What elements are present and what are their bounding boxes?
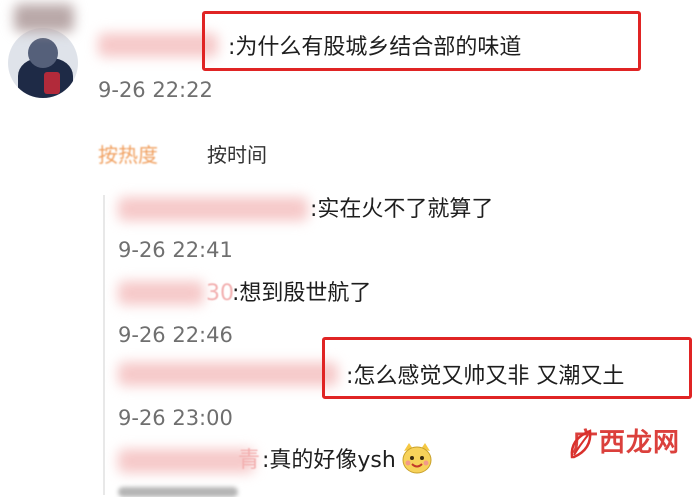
reply-thread-line xyxy=(103,195,105,495)
redacted-avatar-block xyxy=(14,4,74,32)
reply-timestamp: 9-26 23:00 xyxy=(118,406,233,430)
sort-tab-time[interactable]: 按时间 xyxy=(207,145,267,165)
smiley-emoji-icon xyxy=(401,441,433,475)
highlight-box-post-comment xyxy=(202,11,641,71)
reply-text: :真的好像ysh xyxy=(262,448,396,473)
watermark-brand: 广西龙网 xyxy=(572,428,681,458)
redacted-reply-username[interactable] xyxy=(118,449,254,473)
redacted-username[interactable] xyxy=(98,33,218,57)
reply-timestamp: 9-26 22:41 xyxy=(118,238,233,262)
reply-username-fragment: 青 xyxy=(238,448,261,473)
redacted-reply-username[interactable] xyxy=(118,197,308,221)
reply-text: :想到殷世航了 xyxy=(232,281,372,306)
highlight-box-reply xyxy=(322,337,692,399)
sort-tab-hot[interactable]: 按热度 xyxy=(98,145,158,165)
post-timestamp: 9-26 22:22 xyxy=(98,78,213,102)
partial-timestamp-cut-off xyxy=(118,487,238,497)
avatar[interactable] xyxy=(8,28,78,98)
redacted-reply-username[interactable] xyxy=(118,362,338,386)
reply-username-fragment: 30 xyxy=(206,281,234,306)
reply-text: :实在火不了就算了 xyxy=(310,197,494,222)
redacted-reply-username[interactable] xyxy=(118,281,204,305)
reply-timestamp: 9-26 22:46 xyxy=(118,323,233,347)
